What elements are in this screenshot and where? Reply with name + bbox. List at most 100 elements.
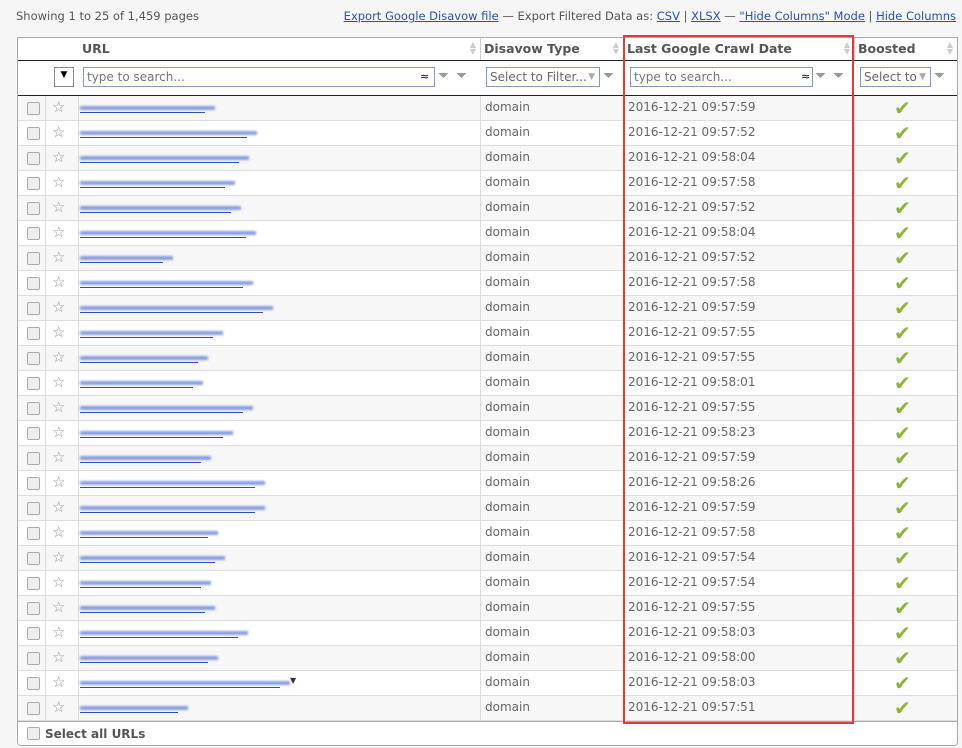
caret-down-icon[interactable]: ▼: [290, 676, 296, 685]
row-checkbox[interactable]: [27, 427, 40, 440]
filter-clear-icon[interactable]: ⏷: [456, 68, 467, 84]
row-checkbox[interactable]: [27, 602, 40, 615]
url-link[interactable]: [80, 406, 253, 410]
filter-clear-icon[interactable]: ⏷: [934, 68, 945, 84]
url-link[interactable]: [80, 106, 215, 110]
url-link[interactable]: [80, 481, 265, 485]
star-icon[interactable]: ☆: [52, 673, 65, 691]
row-checkbox[interactable]: [27, 302, 40, 315]
hide-columns-mode-link[interactable]: "Hide Columns" Mode: [739, 9, 864, 23]
url-link[interactable]: [80, 631, 248, 635]
row-checkbox[interactable]: [27, 452, 40, 465]
star-icon[interactable]: ☆: [52, 198, 65, 216]
url-link[interactable]: [80, 256, 173, 260]
url-link[interactable]: [80, 181, 235, 185]
filter-add-icon[interactable]: ⏷: [438, 68, 449, 84]
row-checkbox[interactable]: [27, 627, 40, 640]
url-link[interactable]: [80, 431, 233, 435]
url-link[interactable]: [80, 681, 290, 685]
star-icon[interactable]: ☆: [52, 448, 65, 466]
column-boosted[interactable]: Boosted ▲ ▼: [854, 38, 957, 60]
star-icon[interactable]: ☆: [52, 398, 65, 416]
row-checkbox[interactable]: [27, 277, 40, 290]
star-icon[interactable]: ☆: [52, 323, 65, 341]
row-checkbox[interactable]: [27, 152, 40, 165]
star-icon[interactable]: ☆: [52, 648, 65, 666]
url-link[interactable]: [80, 331, 223, 335]
star-icon[interactable]: ☆: [52, 698, 65, 716]
sort-icon[interactable]: ▲ ▼: [613, 41, 619, 56]
row-checkbox[interactable]: [27, 202, 40, 215]
row-checkbox[interactable]: [27, 552, 40, 565]
star-icon[interactable]: ☆: [52, 273, 65, 291]
row-checkbox[interactable]: [27, 402, 40, 415]
row-checkbox[interactable]: [27, 477, 40, 490]
xlsx-link[interactable]: XLSX: [691, 9, 720, 23]
url-link[interactable]: [80, 656, 218, 660]
url-link[interactable]: [80, 606, 215, 610]
column-url[interactable]: URL ▲ ▼: [78, 38, 480, 60]
star-icon[interactable]: ☆: [52, 623, 65, 641]
url-underline: [80, 387, 193, 388]
star-icon[interactable]: ☆: [52, 473, 65, 491]
star-icon[interactable]: ☆: [52, 123, 65, 141]
row-checkbox[interactable]: [27, 677, 40, 690]
row-checkbox[interactable]: [27, 502, 40, 515]
star-icon[interactable]: ☆: [52, 423, 65, 441]
url-link[interactable]: [80, 131, 257, 135]
star-icon[interactable]: ☆: [52, 548, 65, 566]
chevron-down-icon: ▼: [588, 72, 595, 82]
row-checkbox[interactable]: [27, 327, 40, 340]
hide-columns-link[interactable]: Hide Columns: [876, 9, 956, 23]
url-link[interactable]: [80, 156, 249, 160]
url-link[interactable]: [80, 706, 188, 710]
row-checkbox[interactable]: [27, 652, 40, 665]
select-all-checkbox[interactable]: [27, 727, 40, 740]
row-checkbox[interactable]: [27, 252, 40, 265]
star-icon[interactable]: ☆: [52, 173, 65, 191]
row-checkbox[interactable]: [27, 702, 40, 715]
url-link[interactable]: [80, 281, 253, 285]
boosted-filter-select[interactable]: Select to ▼: [860, 67, 931, 87]
approx-icon[interactable]: ≈: [420, 70, 429, 83]
url-link[interactable]: [80, 356, 208, 360]
url-search-input[interactable]: [83, 67, 435, 87]
url-link[interactable]: [80, 231, 256, 235]
star-icon[interactable]: ☆: [52, 298, 65, 316]
star-icon[interactable]: ☆: [52, 223, 65, 241]
star-icon[interactable]: ☆: [52, 523, 65, 541]
url-link[interactable]: [80, 556, 225, 560]
disavow-filter-select[interactable]: Select to Filter... ▼: [486, 67, 600, 87]
row-checkbox[interactable]: [27, 177, 40, 190]
row-checkbox[interactable]: [27, 127, 40, 140]
url-link[interactable]: [80, 306, 273, 310]
star-icon[interactable]: ☆: [52, 248, 65, 266]
sort-icon[interactable]: ▲ ▼: [947, 41, 953, 56]
star-icon[interactable]: ☆: [52, 348, 65, 366]
star-icon[interactable]: ☆: [52, 498, 65, 516]
row-checkbox[interactable]: [27, 227, 40, 240]
url-link[interactable]: [80, 381, 203, 385]
filter-clear-icon[interactable]: ⏷: [603, 68, 614, 84]
url-link[interactable]: [80, 506, 265, 510]
column-disavow-type[interactable]: Disavow Type ▲ ▼: [480, 38, 623, 60]
url-link[interactable]: [80, 206, 241, 210]
url-link[interactable]: [80, 531, 218, 535]
star-icon[interactable]: ☆: [52, 148, 65, 166]
sort-icon[interactable]: ▲ ▼: [470, 41, 476, 56]
select-all-label[interactable]: Select all URLs: [45, 727, 145, 741]
star-icon[interactable]: ☆: [52, 598, 65, 616]
star-icon[interactable]: ☆: [52, 98, 65, 116]
star-icon[interactable]: ☆: [52, 373, 65, 391]
export-disavow-link[interactable]: Export Google Disavow file: [344, 9, 499, 23]
row-checkbox[interactable]: [27, 377, 40, 390]
row-checkbox[interactable]: [27, 102, 40, 115]
url-link[interactable]: [80, 581, 211, 585]
row-checkbox[interactable]: [27, 352, 40, 365]
star-icon[interactable]: ☆: [52, 573, 65, 591]
url-link[interactable]: [80, 456, 211, 460]
csv-link[interactable]: CSV: [657, 9, 680, 23]
row-checkbox[interactable]: [27, 527, 40, 540]
bulk-action-dropdown[interactable]: ▼: [54, 67, 74, 87]
row-checkbox[interactable]: [27, 577, 40, 590]
